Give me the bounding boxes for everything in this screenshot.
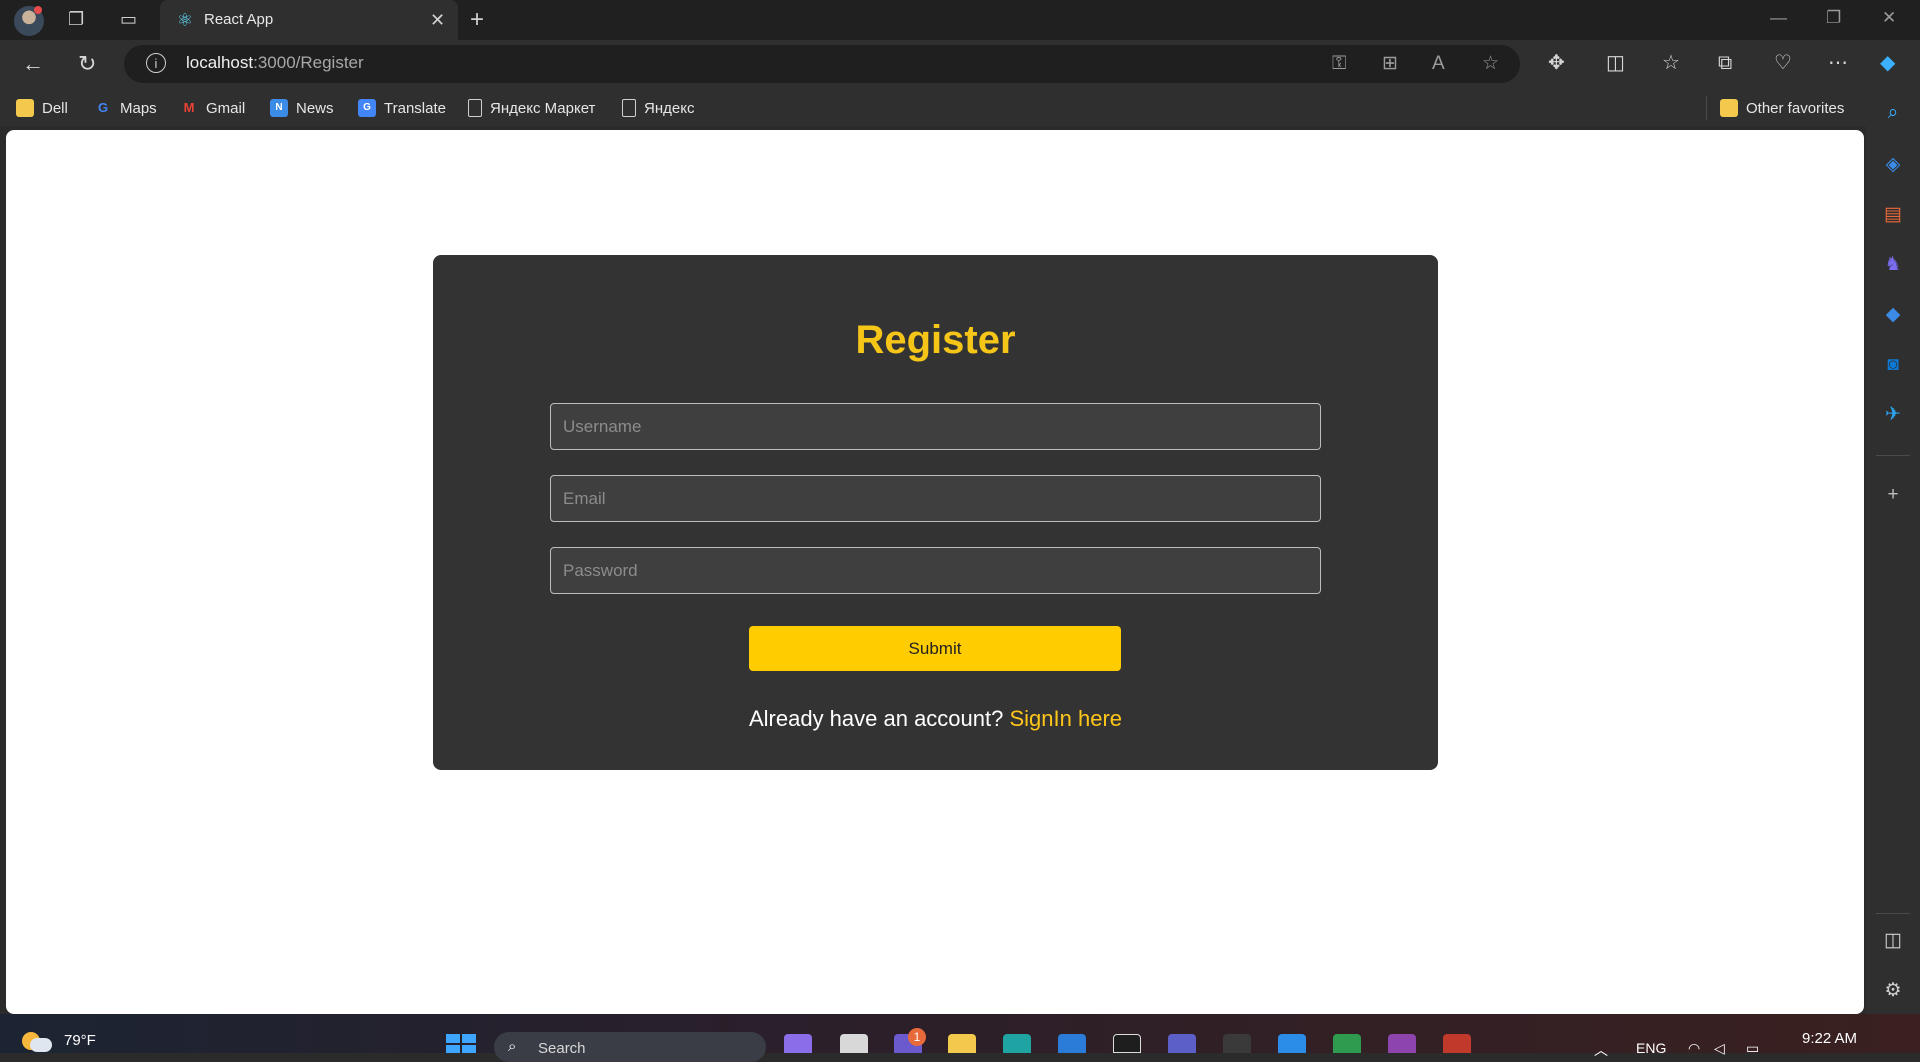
news-icon: N	[270, 99, 288, 117]
volume-icon[interactable]: ◁	[1714, 1040, 1725, 1057]
url-text[interactable]: localhost:3000/Register	[186, 53, 364, 73]
vscode-icon[interactable]	[1278, 1034, 1306, 1053]
favorite-label: Translate	[384, 99, 446, 117]
profile-status-dot	[34, 6, 42, 14]
hide-sidebar-icon[interactable]: ◫	[1880, 928, 1906, 954]
other-favorites[interactable]: Other favorites	[1720, 98, 1844, 118]
back-icon[interactable]: ←	[22, 50, 44, 78]
snipping-tool-icon[interactable]	[1443, 1034, 1471, 1053]
password-input[interactable]	[550, 547, 1321, 594]
notification-badge: 1	[908, 1028, 926, 1046]
page-icon	[622, 99, 636, 117]
vertical-tabs-icon[interactable]: ▭	[120, 10, 137, 28]
favorite-label: Maps	[120, 99, 157, 117]
key-icon[interactable]: ⚿	[1332, 52, 1346, 76]
apps-icon[interactable]: ⊞	[1382, 52, 1398, 76]
favorite-yandex[interactable]: Яндекс	[622, 98, 694, 118]
workspaces-icon[interactable]: ❐	[68, 10, 84, 28]
tab-title: React App	[204, 11, 274, 28]
store-icon[interactable]	[1058, 1034, 1086, 1053]
new-tab-button[interactable]: +	[470, 6, 484, 34]
favorite-yandex-market[interactable]: Яндекс Маркет	[468, 98, 595, 118]
copilot-sidebar-icon[interactable]: ◆	[1880, 302, 1906, 328]
restore-icon[interactable]: ❐	[1826, 8, 1841, 28]
search-icon: ⌕	[508, 1038, 517, 1055]
start-windows-icon[interactable]	[446, 1034, 476, 1053]
favorite-maps[interactable]: G Maps	[94, 98, 157, 118]
mongodb-icon[interactable]	[1333, 1034, 1361, 1053]
translate-icon: G	[358, 99, 376, 117]
tools-icon[interactable]: ▤	[1880, 202, 1906, 228]
folder-icon	[16, 99, 34, 117]
close-tab-icon[interactable]: ✕	[430, 9, 445, 31]
add-icon[interactable]: +	[1880, 482, 1906, 508]
other-favorites-label: Other favorites	[1746, 99, 1845, 117]
favorite-label: Dell	[42, 99, 68, 117]
signin-prompt: Already have an account?	[748, 706, 1004, 731]
gmail-icon: M	[183, 100, 195, 115]
favorite-label: News	[296, 99, 334, 117]
favorite-label: Яндекс Маркет	[490, 99, 596, 117]
site-info-icon[interactable]: i	[146, 53, 166, 73]
page-title: Register	[855, 318, 1016, 362]
favorite-label: Яндекс	[644, 99, 695, 117]
favorite-news[interactable]: N News	[270, 98, 334, 118]
file-explorer-icon[interactable]	[948, 1034, 976, 1053]
send-icon[interactable]: ✈	[1880, 402, 1906, 428]
weather-temperature[interactable]: 79°F	[64, 1032, 96, 1049]
edge-browser-icon[interactable]	[1003, 1034, 1031, 1053]
collections-icon[interactable]: ⧉	[1718, 51, 1732, 75]
taskbar-clock[interactable]: 9:22 AM	[1802, 1030, 1857, 1047]
react-atom-icon: ⚛	[176, 10, 194, 30]
signin-row: Already have an account? SignIn here	[433, 706, 1438, 732]
favorite-label: Gmail	[206, 99, 246, 117]
extensions-icon[interactable]: ✥	[1548, 51, 1565, 75]
terminal-icon[interactable]	[1223, 1034, 1251, 1053]
purple-app-icon[interactable]	[1388, 1034, 1416, 1053]
favorite-translate[interactable]: G Translate	[358, 98, 446, 118]
favorite-gmail[interactable]: M Gmail	[180, 98, 246, 118]
copilot-app-icon[interactable]	[784, 1034, 812, 1053]
taskbar-search-label: Search	[538, 1040, 586, 1057]
teams-icon[interactable]	[1168, 1034, 1196, 1053]
dell-icon[interactable]	[1113, 1034, 1141, 1053]
battery-icon[interactable]: ▭	[1746, 1040, 1759, 1057]
taskbar-search[interactable]	[494, 1032, 766, 1062]
folder-icon	[1720, 99, 1738, 117]
browser-essentials-icon[interactable]: ♡	[1774, 51, 1792, 75]
sidebar-divider	[1876, 455, 1910, 456]
split-screen-icon[interactable]: ◫	[1606, 51, 1625, 75]
copilot-icon[interactable]: ◆	[1880, 51, 1895, 75]
sidebar-divider	[1876, 913, 1910, 914]
favorites-icon[interactable]: ☆	[1662, 51, 1680, 75]
language-indicator[interactable]: ENG	[1636, 1040, 1666, 1056]
email-input[interactable]	[550, 475, 1321, 522]
edge-sidebar	[1866, 90, 1920, 1014]
favorite-star-icon[interactable]: ☆	[1482, 52, 1499, 76]
search-icon[interactable]: ⌕	[1880, 100, 1906, 126]
refresh-icon[interactable]: ↻	[78, 50, 96, 78]
username-input[interactable]	[550, 403, 1321, 450]
more-menu-icon[interactable]: ⋯	[1828, 51, 1848, 75]
read-aloud-icon[interactable]: A	[1432, 52, 1445, 76]
outlook-icon[interactable]: ◙	[1880, 352, 1906, 378]
signin-link[interactable]: SignIn here	[1010, 706, 1123, 731]
favorite-dell[interactable]: Dell	[16, 98, 68, 118]
minimize-icon[interactable]: —	[1770, 8, 1787, 28]
weather-icon[interactable]	[22, 1032, 52, 1054]
task-view-icon[interactable]	[840, 1034, 868, 1053]
page-icon	[468, 99, 482, 117]
close-window-icon[interactable]: ✕	[1882, 8, 1896, 28]
favorites-divider	[1706, 96, 1707, 120]
games-icon[interactable]: ♞	[1880, 252, 1906, 278]
show-hidden-icons[interactable]: ︿	[1594, 1040, 1608, 1060]
wifi-icon[interactable]: ◠	[1688, 1040, 1700, 1057]
google-icon: G	[97, 100, 109, 115]
submit-button[interactable]: Submit	[749, 626, 1121, 671]
settings-gear-icon[interactable]: ⚙	[1880, 978, 1906, 1004]
shopping-tag-icon[interactable]: ◈	[1880, 152, 1906, 178]
